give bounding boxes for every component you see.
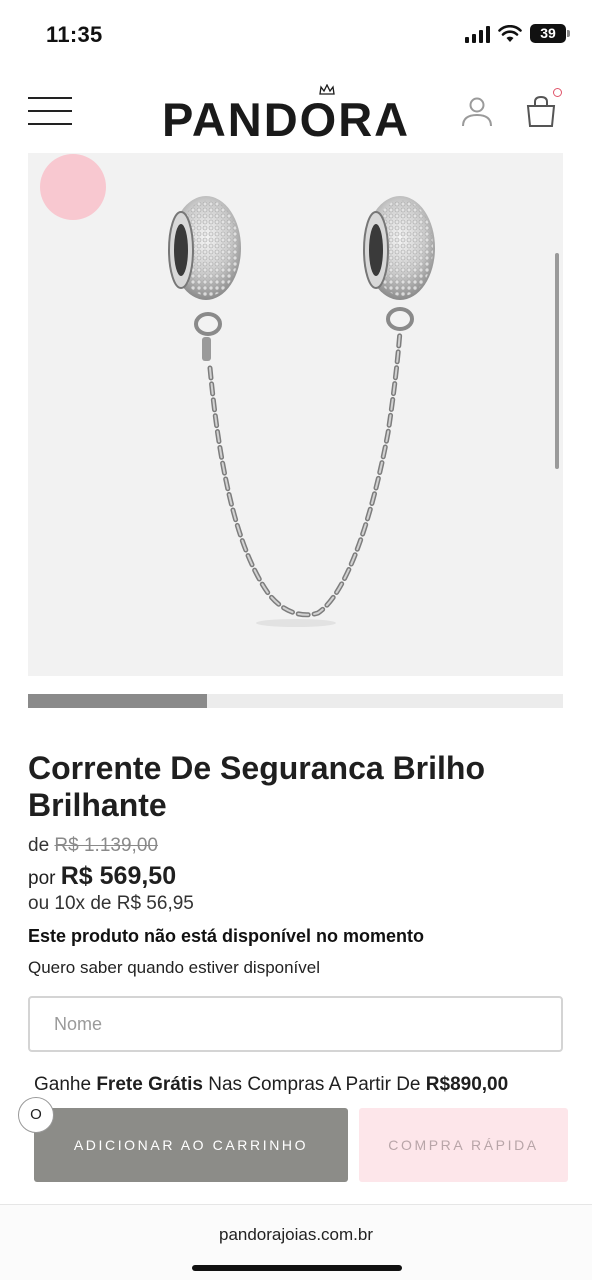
site-header: PANDORA: [0, 78, 592, 148]
shipping-middle: Nas Compras A Partir De: [202, 1074, 426, 1095]
user-account-icon[interactable]: [460, 94, 494, 128]
browser-url-bar[interactable]: pandorajoias.com.br: [0, 1204, 592, 1280]
name-input[interactable]: [28, 996, 563, 1052]
battery-icon: 39: [530, 24, 570, 43]
wifi-icon: [498, 24, 522, 42]
old-price-prefix: de: [28, 835, 50, 856]
free-shipping-banner: Ganhe Frete Grátis Nas Compras A Partir …: [34, 1074, 508, 1096]
price-prefix: por: [28, 868, 56, 889]
product-image[interactable]: [28, 153, 563, 676]
status-time: 11:35: [46, 22, 103, 47]
promo-badge: [40, 154, 106, 220]
add-to-cart-button[interactable]: ADICIONAR AO CARRINHO: [34, 1108, 348, 1182]
old-price: R$ 1.139,00: [54, 835, 158, 856]
product-title: Corrente De Seguranca Brilho Brilhante: [28, 750, 485, 823]
unavailable-notice: Este produto não está disponível no mome…: [28, 926, 425, 946]
current-price-row: por R$ 569,50: [28, 862, 176, 891]
home-indicator[interactable]: [192, 1265, 402, 1271]
carousel-progress-fill: [28, 694, 208, 708]
carousel-progress-bar[interactable]: [28, 694, 563, 708]
shipping-bold: Frete Grátis: [96, 1074, 203, 1095]
old-price-row: de R$ 1.139,00: [28, 835, 158, 857]
status-icons: 39: [465, 24, 570, 43]
pandora-logo[interactable]: PANDORA: [162, 92, 410, 147]
notify-label: Quero saber quando estiver disponível: [28, 958, 321, 977]
current-price: R$ 569,50: [60, 862, 177, 890]
url-text[interactable]: pandorajoias.com.br: [0, 1225, 592, 1245]
floating-circle-button[interactable]: O: [18, 1097, 54, 1133]
hamburger-menu-icon[interactable]: [28, 96, 72, 126]
quick-buy-button[interactable]: COMPRA RÁPIDA: [359, 1108, 568, 1182]
signal-icon: [465, 25, 490, 43]
shipping-prefix: Ganhe: [34, 1074, 97, 1095]
cart-count-badge: [553, 88, 562, 97]
installments-text: ou 10x de R$ 56,95: [28, 893, 194, 914]
status-bar: 11:35 39: [0, 0, 592, 70]
crown-icon: [319, 84, 335, 95]
shopping-bag-icon[interactable]: [524, 94, 558, 128]
page-scrollbar[interactable]: [555, 253, 559, 469]
safety-chain-illustration: [168, 196, 435, 627]
shipping-amount: R$890,00: [425, 1074, 509, 1095]
